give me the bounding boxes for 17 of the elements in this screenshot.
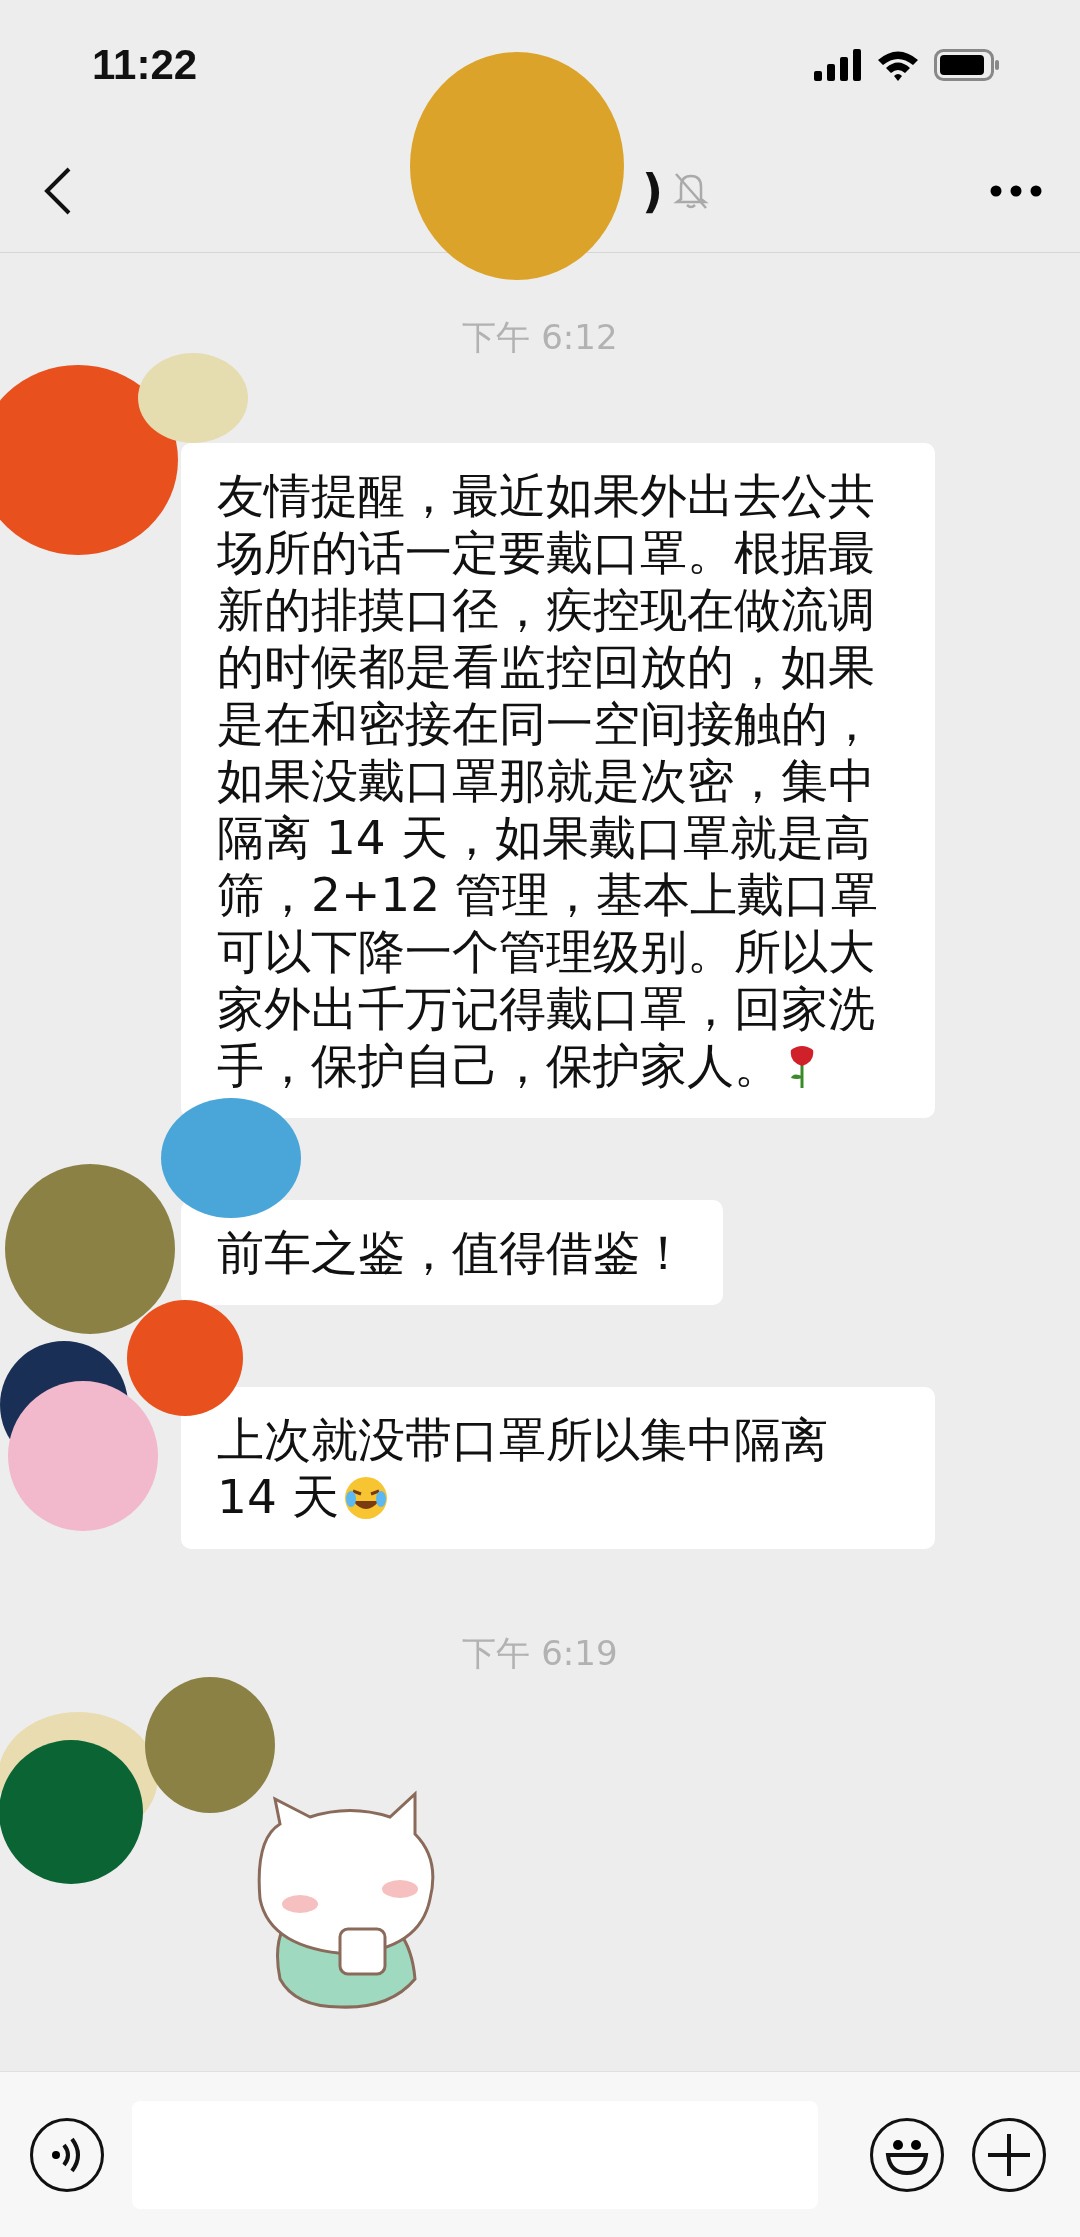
laughing-emoji-icon bbox=[342, 1475, 389, 1521]
status-time: 11:22 bbox=[92, 41, 198, 89]
chat-title: ) bbox=[642, 164, 664, 218]
emoji-button[interactable] bbox=[870, 2117, 944, 2192]
more-icon[interactable] bbox=[990, 185, 1042, 197]
message-bubble[interactable]: 友情提醒，最近如果外出去公共场所的话一定要戴口罩。根据最新的排摸口径，疾控现在做流调的时候都是看监控回放的，如果是在和密接在同一空间接触的，如果没戴口罩那就是次密，集中隔离 14 天，如果戴口罩就是高筛，2+12 管理，基本上戴口罩可以下降一个管理级别。所以大家外出千万记得戴口罩，回家洗手，保护自己，保护家人。 bbox=[181, 443, 935, 1118]
voice-button[interactable] bbox=[30, 2117, 104, 2192]
message-timestamp: 下午 6:19 bbox=[462, 1632, 618, 1675]
plus-icon bbox=[988, 2133, 1030, 2176]
message-timestamp: 下午 6:12 bbox=[462, 316, 618, 359]
signal-icon bbox=[814, 49, 862, 81]
message-bubble[interactable]: 前车之鉴，值得借鉴！ bbox=[181, 1200, 723, 1305]
message-bubble[interactable]: 上次就没带口罩所以集中隔离 14 天 bbox=[181, 1387, 935, 1549]
battery-icon bbox=[934, 49, 1000, 81]
back-icon[interactable] bbox=[44, 167, 72, 215]
plus-button[interactable] bbox=[972, 2117, 1046, 2192]
wifi-icon bbox=[876, 49, 920, 81]
